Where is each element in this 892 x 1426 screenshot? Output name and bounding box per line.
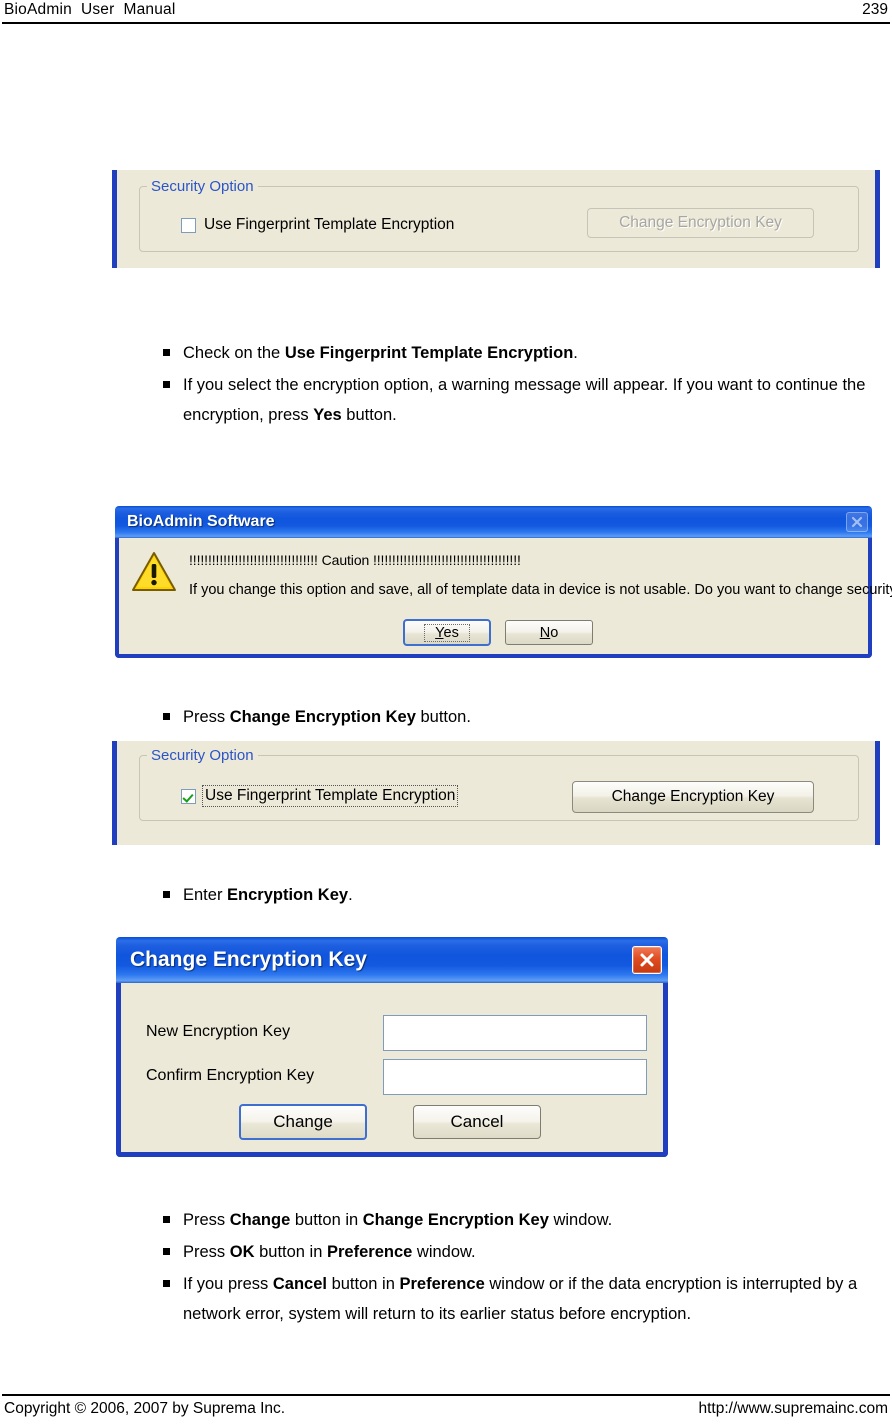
bullet-square-icon bbox=[163, 1205, 183, 1223]
bullet-list-enter-key: Enter Encryption Key. bbox=[163, 880, 873, 912]
bullet-square-icon bbox=[163, 880, 183, 898]
security-option-panel-unchecked: Security Option Use Fingerprint Template… bbox=[112, 170, 880, 268]
yes-button-label: Yes bbox=[424, 623, 470, 642]
warning-message: If you change this option and save, all … bbox=[189, 582, 892, 598]
list-item: If you select the encryption option, a w… bbox=[163, 370, 873, 430]
list-item-text: Press OK button in Preference window. bbox=[183, 1243, 476, 1261]
no-button[interactable]: No bbox=[505, 620, 593, 645]
bullet-square-icon bbox=[163, 1237, 183, 1255]
page-footer: Copyright © 2006, 2007 by Suprema Inc. h… bbox=[0, 1398, 892, 1424]
cancel-button[interactable]: Cancel bbox=[413, 1105, 541, 1139]
dialog-titlebar[interactable]: BioAdmin Software bbox=[115, 506, 872, 538]
bullet-square-icon bbox=[163, 370, 183, 388]
change-encryption-key-button[interactable]: Change Encryption Key bbox=[572, 781, 814, 813]
list-item: Enter Encryption Key. bbox=[163, 880, 873, 910]
list-item-text: If you press Cancel button in Preference… bbox=[183, 1275, 858, 1323]
list-item-text: Check on the Use Fingerprint Template En… bbox=[183, 344, 578, 362]
security-option-panel-checked: Security Option Use Fingerprint Template… bbox=[112, 741, 880, 845]
dialog-titlebar[interactable]: Change Encryption Key bbox=[116, 937, 668, 983]
bioadmin-software-warning-dialog: BioAdmin Software !!!!!!!!!!!!!!!!!!!!!!… bbox=[115, 506, 892, 658]
security-option-group-label: Security Option bbox=[147, 178, 258, 195]
use-fingerprint-template-encryption-checkbox[interactable] bbox=[181, 788, 196, 804]
header-divider bbox=[2, 22, 890, 24]
bullet-list-bottom: Press Change button in Change Encryption… bbox=[163, 1205, 878, 1331]
bullet-list-top: Check on the Use Fingerprint Template En… bbox=[163, 338, 873, 432]
new-encryption-key-label: New Encryption Key bbox=[146, 1023, 291, 1040]
dialog-title: Change Encryption Key bbox=[130, 948, 367, 971]
bullet-square-icon bbox=[163, 338, 183, 356]
close-icon[interactable] bbox=[632, 946, 662, 974]
confirm-encryption-key-input[interactable] bbox=[383, 1059, 647, 1095]
footer-divider bbox=[2, 1394, 890, 1396]
security-option-group-label: Security Option bbox=[147, 747, 258, 764]
no-button-label: No bbox=[539, 624, 559, 641]
list-item: If you press Cancel button in Preference… bbox=[163, 1269, 878, 1329]
page-title: BioAdmin User Manual bbox=[4, 1, 176, 18]
list-item-text: Enter Encryption Key. bbox=[183, 886, 353, 904]
use-fingerprint-template-encryption-label: Use Fingerprint Template Encryption bbox=[204, 216, 455, 233]
list-item-text: If you select the encryption option, a w… bbox=[183, 376, 866, 424]
list-item-text: Press Change Encryption Key button. bbox=[183, 708, 471, 726]
warning-triangle-icon bbox=[131, 550, 177, 594]
caution-banner: !!!!!!!!!!!!!!!!!!!!!!!!!!!!!!!!!! Cauti… bbox=[189, 552, 521, 568]
website-url[interactable]: http://www.supremainc.com bbox=[698, 1398, 888, 1420]
change-button[interactable]: Change bbox=[239, 1104, 367, 1140]
use-fingerprint-template-encryption-checkbox-row[interactable]: Use Fingerprint Template Encryption bbox=[181, 215, 456, 235]
list-item: Press OK button in Preference window. bbox=[163, 1237, 878, 1267]
list-item: Press Change Encryption Key button. bbox=[163, 702, 873, 732]
bullet-list-change-key: Press Change Encryption Key button. bbox=[163, 702, 873, 734]
change-encryption-key-dialog: Change Encryption Key New Encryption Key… bbox=[116, 937, 668, 1157]
confirm-encryption-key-label: Confirm Encryption Key bbox=[146, 1067, 315, 1084]
use-fingerprint-template-encryption-label: Use Fingerprint Template Encryption bbox=[202, 785, 459, 807]
bullet-square-icon bbox=[163, 1269, 183, 1287]
close-icon bbox=[846, 512, 868, 532]
yes-button[interactable]: Yes bbox=[403, 619, 491, 646]
copyright-text: Copyright © 2006, 2007 by Suprema Inc. bbox=[4, 1400, 286, 1417]
dialog-title: BioAdmin Software bbox=[127, 513, 275, 530]
use-fingerprint-template-encryption-checkbox[interactable] bbox=[181, 217, 196, 233]
new-encryption-key-input[interactable] bbox=[383, 1015, 647, 1051]
bullet-square-icon bbox=[163, 702, 183, 720]
change-encryption-key-button-disabled: Change Encryption Key bbox=[587, 208, 814, 238]
list-item: Check on the Use Fingerprint Template En… bbox=[163, 338, 873, 368]
use-fingerprint-template-encryption-checkbox-row[interactable]: Use Fingerprint Template Encryption bbox=[181, 785, 459, 807]
list-item-text: Press Change button in Change Encryption… bbox=[183, 1211, 613, 1229]
page-number: 239 bbox=[862, 1, 888, 18]
list-item: Press Change button in Change Encryption… bbox=[163, 1205, 878, 1235]
